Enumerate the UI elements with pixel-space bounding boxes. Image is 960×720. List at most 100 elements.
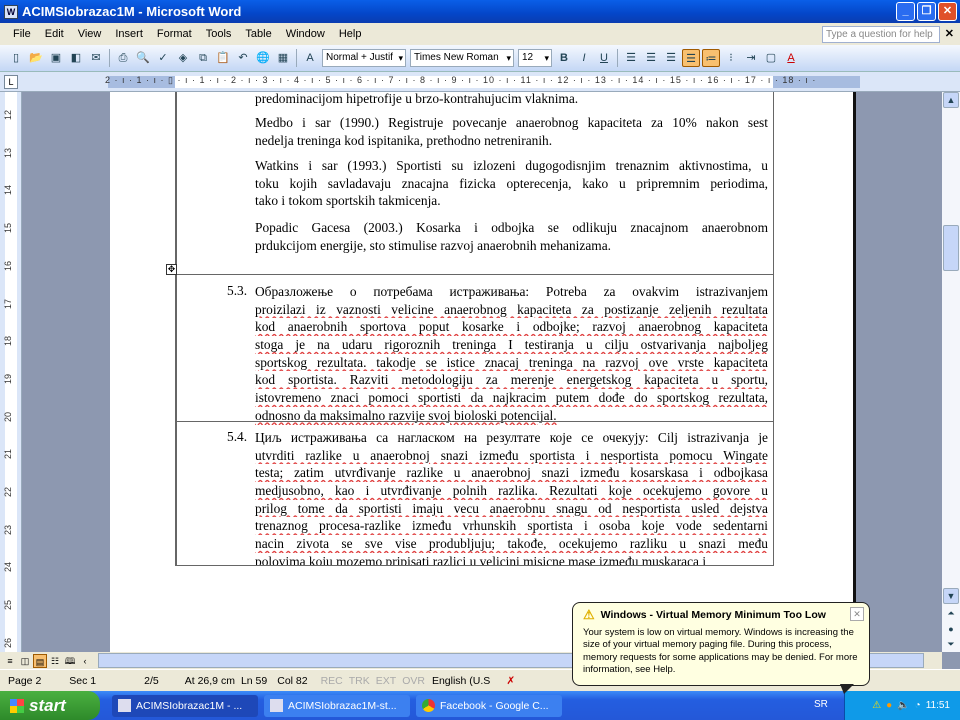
outline-view-icon[interactable]: ☷ (48, 654, 62, 668)
taskbar-item-chrome[interactable]: Facebook - Google C... (416, 694, 562, 717)
ruler-number: 23 (3, 524, 14, 535)
text-line: Образложење о потребама истраживања: Pot… (255, 284, 768, 299)
align-right-icon[interactable]: ☰ (662, 49, 680, 67)
table-icon[interactable]: ▦ (274, 49, 292, 67)
status-ext[interactable]: EXT (373, 675, 399, 687)
menu-format[interactable]: Format (157, 28, 192, 40)
section-number: 5.3. (227, 283, 248, 298)
warning-icon[interactable]: ⚠ (872, 700, 881, 711)
virtual-memory-notification[interactable]: ⚠ Windows - Virtual Memory Minimum Too Lo… (572, 602, 870, 686)
tab-selector[interactable]: L (4, 75, 18, 89)
section-5-4-text: Циљ истраживања са нагласком на резултат… (255, 429, 768, 565)
status-page: Page 2 (8, 674, 42, 687)
print-icon[interactable]: ⎙ (114, 49, 132, 67)
minimize-button[interactable]: _ (896, 2, 915, 21)
reading-layout-icon[interactable]: 🕮 (63, 654, 77, 668)
web-layout-icon[interactable]: ◫ (18, 654, 32, 668)
numbering-icon[interactable]: ≔ (702, 49, 720, 67)
text-line: nedelja treninga kod ispitanika, prethod… (255, 132, 553, 148)
previous-page-icon[interactable]: ⏶ (943, 606, 959, 622)
font-select[interactable]: Times New Roman (410, 49, 514, 67)
scroll-left-icon[interactable]: ‹ (78, 654, 92, 668)
scroll-thumb[interactable] (943, 225, 959, 271)
vertical-scrollbar[interactable]: ▲ ▼ ⏶ ● ⏷ (942, 92, 960, 652)
help-search-input[interactable]: Type a question for help (822, 26, 940, 43)
vertical-ruler[interactable]: 12131415161718192021222324252627 (0, 92, 22, 686)
save-icon[interactable]: ▣ (47, 49, 65, 67)
menu-edit[interactable]: Edit (45, 28, 64, 40)
text-line: toku kojih savladavaju znacajna fizicka … (255, 175, 768, 191)
menu-table[interactable]: Table (245, 28, 271, 40)
title-bar: W ACIMSIobrazac1M - Microsoft Word _ ❐ ✕ (0, 0, 960, 23)
tray-app-icon[interactable]: ● (886, 700, 892, 711)
status-trk[interactable]: TRK (346, 675, 373, 687)
status-page-count: 2/5 (144, 674, 159, 687)
styles-icon[interactable]: A (301, 49, 319, 67)
language-indicator[interactable]: SR (814, 699, 828, 710)
reference-paragraph: Medbo i sar (1990.) Registruje povecanje… (255, 114, 768, 149)
normal-view-icon[interactable]: ≡ (3, 654, 17, 668)
open-icon[interactable]: 📂 (27, 49, 45, 67)
notification-close-button[interactable]: ✕ (850, 607, 864, 621)
close-document-icon[interactable]: ✕ (945, 27, 954, 40)
print-layout-icon[interactable]: ▤ (33, 653, 47, 668)
network-icon[interactable]: ◔ (915, 700, 921, 711)
font-color-icon[interactable]: A (782, 49, 800, 67)
notification-title: Windows - Virtual Memory Minimum Too Low (600, 609, 826, 621)
taskbar-item-word-1[interactable]: ACIMSIobrazac1M - ... (112, 694, 258, 717)
separator (617, 49, 618, 67)
scroll-down-icon[interactable]: ▼ (943, 588, 959, 604)
menu-window[interactable]: Window (286, 28, 325, 40)
horizontal-ruler[interactable]: 2 · ı · 1 · ı · ▯ · ı · 1 · ı · 2 · ı · … (0, 72, 960, 92)
menu-tools[interactable]: Tools (206, 28, 232, 40)
research-icon[interactable]: ◈ (174, 49, 192, 67)
document-table[interactable]: predominacijom hipetrofije u brzo-kontra… (175, 90, 774, 566)
align-center-icon[interactable]: ☰ (642, 49, 660, 67)
task-label: ACIMSIobrazac1M-st... (288, 699, 397, 712)
justify-icon[interactable]: ☰ (682, 49, 700, 67)
volume-icon[interactable]: 🔈 (897, 700, 909, 711)
underline-button[interactable]: U (595, 49, 613, 67)
restore-button[interactable]: ❐ (917, 2, 936, 21)
align-left-icon[interactable]: ☰ (622, 49, 640, 67)
font-size-select[interactable]: 12 (518, 49, 552, 67)
spelling-status-icon[interactable]: ✗ (494, 675, 527, 687)
email-icon[interactable]: ✉ (87, 49, 105, 67)
next-page-icon[interactable]: ⏷ (943, 637, 959, 653)
new-icon[interactable]: ▯ (7, 49, 25, 67)
status-rec[interactable]: REC (318, 675, 346, 687)
status-ovr[interactable]: OVR (399, 675, 428, 687)
paragraph-fragment: predominacijom hipetrofije u brzo-kontra… (255, 90, 768, 108)
permission-icon[interactable]: ◧ (67, 49, 85, 67)
reference-paragraph: Popadic Gacesa (2003.) Kosarka i odbojka… (255, 219, 768, 254)
menu-view[interactable]: View (78, 28, 102, 40)
spelling-icon[interactable]: ✓ (154, 49, 172, 67)
task-label: Facebook - Google C... (440, 699, 549, 712)
status-language[interactable]: English (U.S (428, 675, 494, 687)
hyperlink-icon[interactable]: 🌐 (254, 49, 272, 67)
text-line: Medbo i sar (1990.) Registruje povecanje… (255, 115, 768, 130)
start-button[interactable]: start (0, 691, 100, 720)
borders-icon[interactable]: ▢ (762, 49, 780, 67)
menu-help[interactable]: Help (339, 28, 362, 40)
bullets-icon[interactable]: ⁝ (722, 49, 740, 67)
table-move-handle-icon[interactable]: ✥ (166, 264, 177, 275)
style-select[interactable]: Normal + Justif (322, 49, 406, 67)
copy-icon[interactable]: ⧉ (194, 49, 212, 67)
word-app-icon[interactable]: W (4, 4, 18, 19)
menu-insert[interactable]: Insert (115, 28, 143, 40)
taskbar-item-word-2[interactable]: ACIMSIobrazac1M-st... (264, 694, 410, 717)
menu-file[interactable]: File (13, 28, 31, 40)
section-number: 5.4. (227, 429, 248, 444)
notification-tail (840, 684, 854, 694)
bold-button[interactable]: B (555, 49, 573, 67)
indent-icon[interactable]: ⇥ (742, 49, 760, 67)
browse-object-icon[interactable]: ● (943, 622, 959, 638)
scroll-up-icon[interactable]: ▲ (943, 92, 959, 108)
paste-icon[interactable]: 📋 (214, 49, 232, 67)
start-label: start (29, 695, 66, 715)
print-preview-icon[interactable]: 🔍 (134, 49, 152, 67)
undo-icon[interactable]: ↶ (234, 49, 252, 67)
close-button[interactable]: ✕ (938, 2, 957, 21)
italic-button[interactable]: I (575, 49, 593, 67)
